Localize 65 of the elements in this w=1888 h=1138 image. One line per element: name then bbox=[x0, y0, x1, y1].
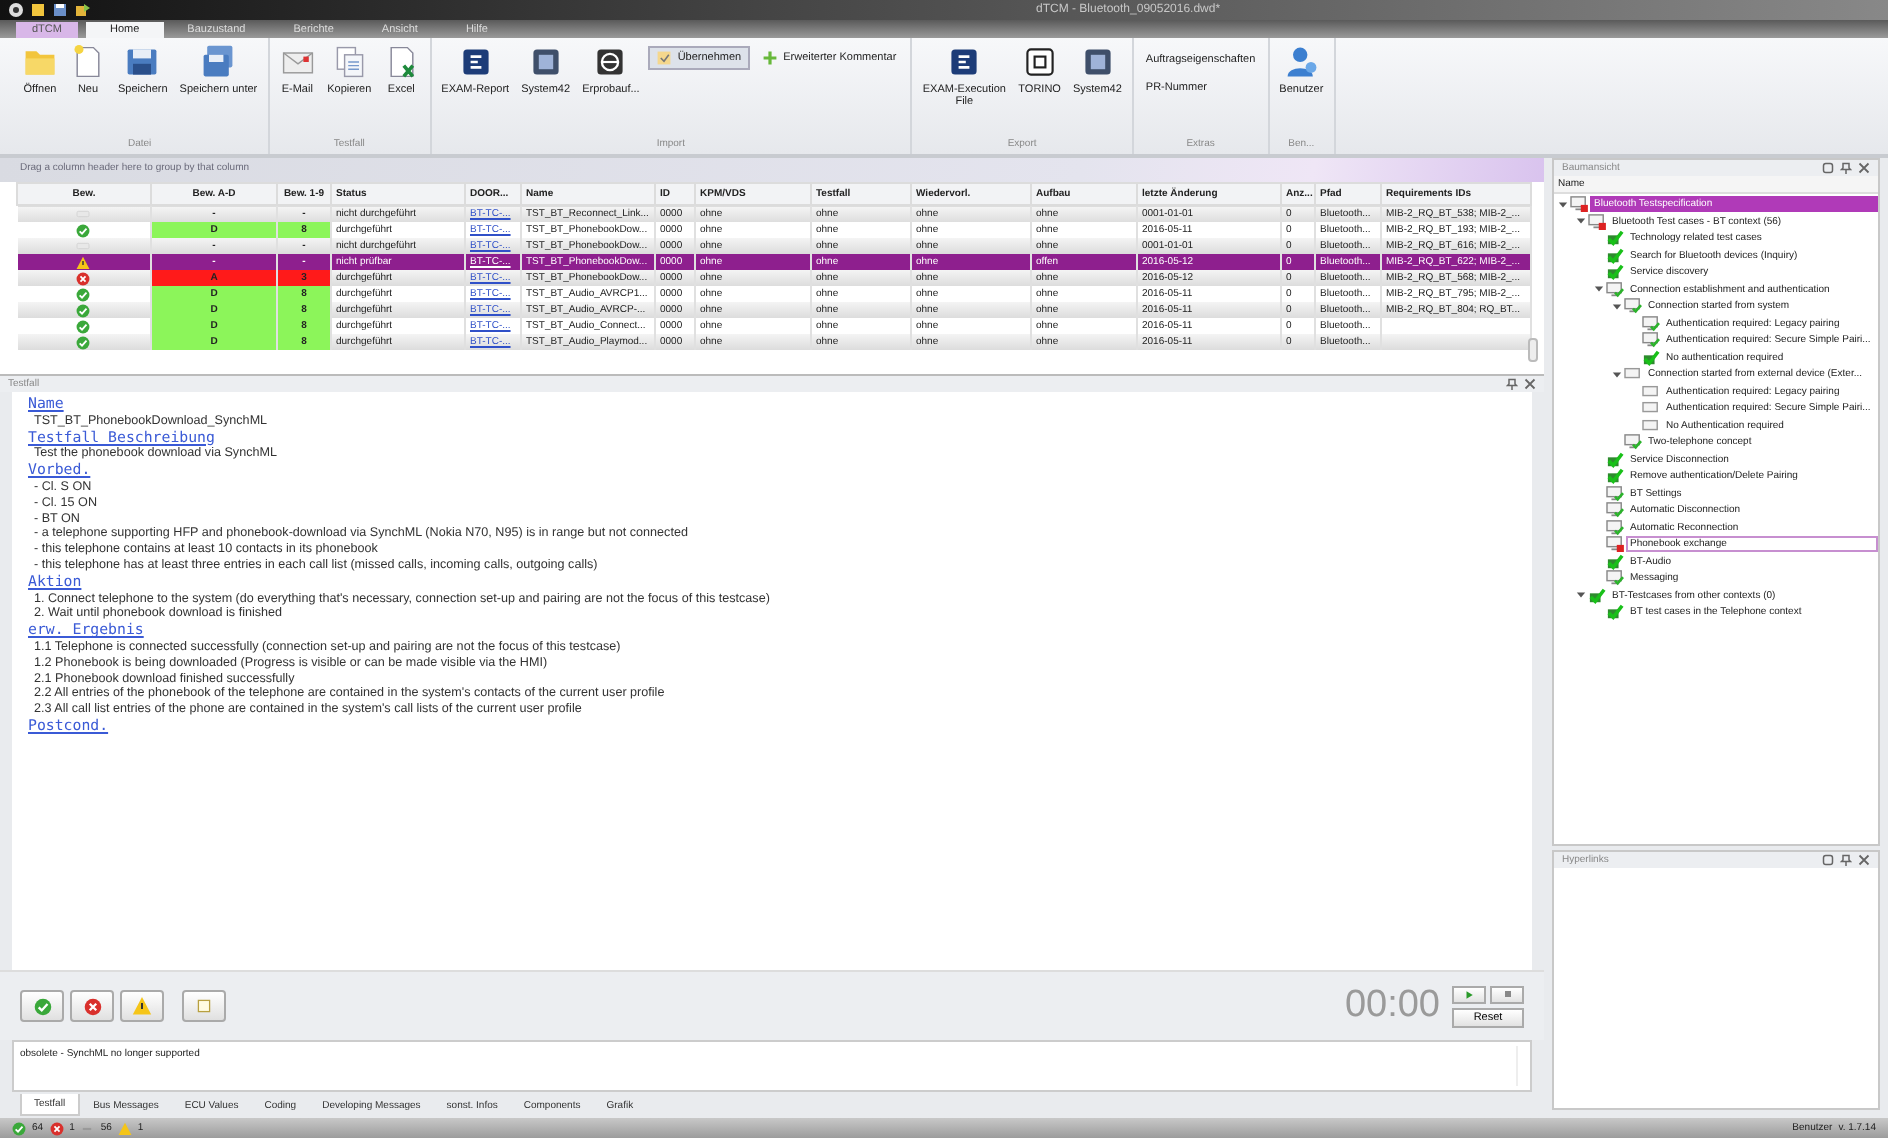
monitor-icon bbox=[1606, 536, 1624, 553]
app-logo-icon[interactable] bbox=[8, 2, 24, 18]
monitor-icon bbox=[1606, 281, 1624, 298]
check-icon bbox=[1606, 604, 1624, 621]
pass-button[interactable] bbox=[20, 990, 64, 1022]
checkbox-icon bbox=[655, 50, 672, 66]
user-icon bbox=[1283, 44, 1320, 80]
expander-icon[interactable] bbox=[1576, 216, 1586, 227]
play-icon bbox=[1464, 989, 1474, 999]
monitor-icon bbox=[1642, 315, 1660, 332]
check-icon bbox=[1606, 264, 1624, 281]
monitor-icon bbox=[1624, 434, 1642, 451]
scrollbar-thumb[interactable] bbox=[1528, 338, 1538, 362]
expander-icon[interactable] bbox=[1576, 590, 1586, 601]
plus-icon bbox=[761, 50, 778, 66]
new-document-icon bbox=[70, 44, 106, 80]
monitor-icon bbox=[1588, 213, 1606, 230]
check-icon bbox=[1606, 451, 1624, 468]
monitor-icon bbox=[1606, 485, 1624, 502]
document-list-icon bbox=[946, 44, 983, 80]
monitor-icon bbox=[1606, 502, 1624, 519]
check-icon bbox=[1606, 247, 1624, 264]
pin-icon[interactable] bbox=[1506, 378, 1518, 390]
expander-icon[interactable] bbox=[1612, 301, 1622, 312]
expander-icon[interactable] bbox=[1594, 284, 1604, 295]
monitor-icon bbox=[1624, 298, 1642, 315]
close-icon[interactable] bbox=[1858, 162, 1870, 174]
timer-display: 00:00 bbox=[1344, 984, 1440, 1028]
check-icon bbox=[33, 997, 51, 1015]
warning-icon bbox=[117, 1121, 132, 1135]
square-icon bbox=[1079, 44, 1116, 80]
square-icon bbox=[527, 44, 564, 80]
check-icon bbox=[12, 1121, 26, 1135]
expander-icon[interactable] bbox=[1558, 199, 1568, 210]
pin-icon[interactable] bbox=[1840, 162, 1852, 174]
options-icon[interactable] bbox=[1822, 854, 1834, 866]
check-icon bbox=[1606, 230, 1624, 247]
expander-icon[interactable] bbox=[1612, 369, 1622, 380]
document-list-icon bbox=[457, 44, 494, 80]
note-button[interactable] bbox=[182, 990, 226, 1022]
copy-icon bbox=[331, 44, 368, 80]
close-icon[interactable] bbox=[1858, 854, 1870, 866]
stop-button[interactable] bbox=[1490, 985, 1524, 1003]
folder-icon[interactable] bbox=[30, 2, 46, 18]
save-icon[interactable] bbox=[52, 2, 68, 18]
save-icon bbox=[124, 44, 161, 80]
check-icon bbox=[1588, 587, 1606, 604]
check-icon bbox=[1606, 553, 1624, 570]
options-icon[interactable] bbox=[1822, 162, 1834, 174]
monitor-icon bbox=[1606, 519, 1624, 536]
warning-icon bbox=[132, 996, 152, 1016]
fail-button[interactable] bbox=[70, 990, 114, 1022]
check-icon bbox=[1642, 349, 1660, 366]
error-icon bbox=[83, 997, 101, 1015]
monitor-icon bbox=[1642, 332, 1660, 349]
pin-icon[interactable] bbox=[1840, 854, 1852, 866]
close-icon[interactable] bbox=[1524, 378, 1536, 390]
note-icon bbox=[196, 998, 212, 1014]
monitor-icon bbox=[1606, 570, 1624, 587]
save-as-icon bbox=[200, 44, 237, 80]
stop-icon bbox=[1503, 990, 1511, 998]
tile-icon bbox=[1021, 44, 1058, 80]
check-icon bbox=[1606, 468, 1624, 485]
error-icon bbox=[49, 1121, 64, 1135]
play-button[interactable] bbox=[1452, 985, 1486, 1003]
